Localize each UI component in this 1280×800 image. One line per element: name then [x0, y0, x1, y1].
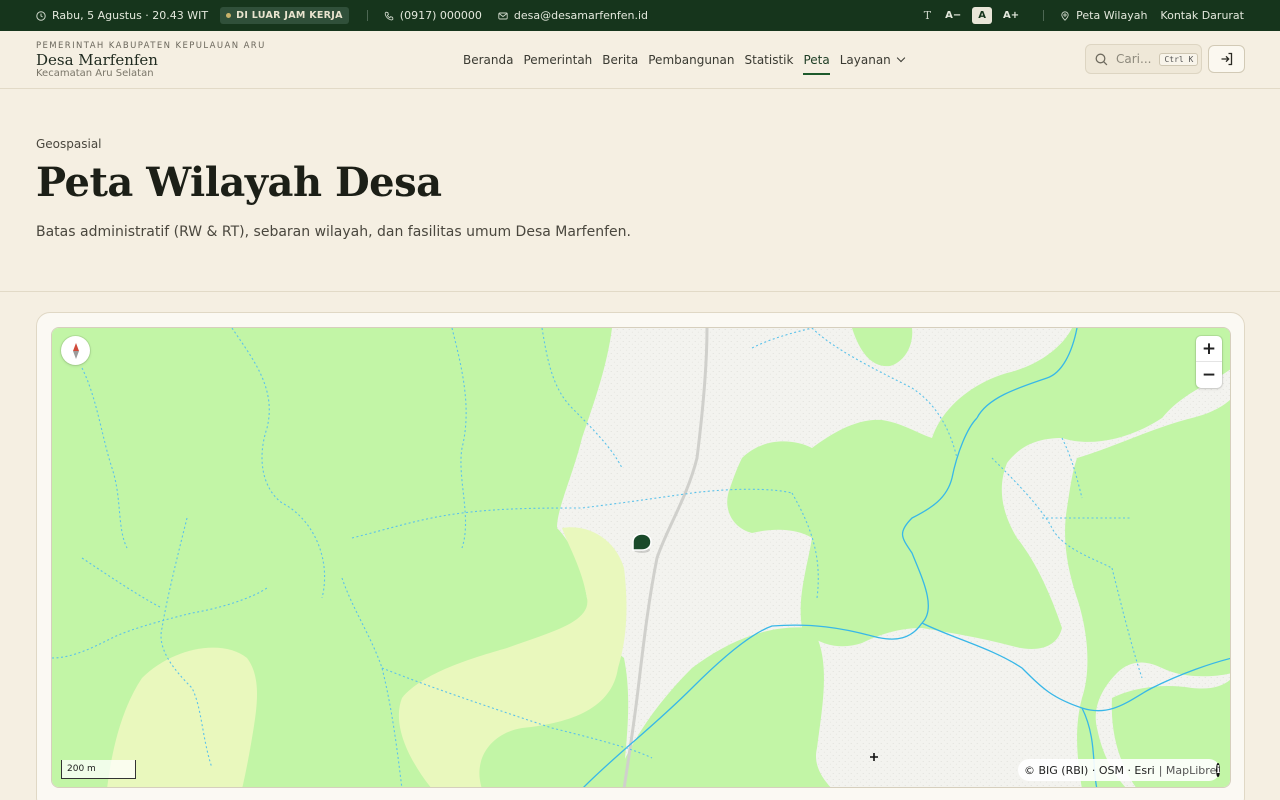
zoom-out-button[interactable]: − — [1196, 362, 1222, 388]
status-badge: DI LUAR JAM KERJA — [220, 7, 349, 24]
info-icon[interactable]: i — [1216, 763, 1221, 777]
emergency-contact-link[interactable]: Kontak Darurat — [1160, 9, 1244, 22]
location-pin-icon — [1061, 10, 1069, 21]
nav-berita[interactable]: Berita — [602, 49, 638, 71]
font-decrease-button[interactable]: A− — [939, 7, 967, 24]
login-button[interactable] — [1208, 45, 1245, 73]
font-increase-button[interactable]: A+ — [997, 7, 1025, 24]
datetime-text: Rabu, 5 Agustus · 20.43 WIT — [52, 9, 209, 22]
main-nav: Beranda Pemerintah Berita Pembangunan St… — [463, 31, 906, 89]
map-link-text: Peta Wilayah — [1076, 9, 1148, 22]
nav-pemerintah[interactable]: Pemerintah — [523, 49, 592, 71]
page-title: Peta Wilayah Desa — [36, 159, 442, 206]
section-eyebrow: Geospasial — [36, 137, 102, 151]
search-box[interactable]: Cari... Ctrl K — [1085, 44, 1202, 74]
clock-icon — [36, 10, 46, 21]
page-hero: Geospasial Peta Wilayah Desa Batas admin… — [0, 89, 1280, 292]
village-name[interactable]: Desa Marfenfen — [36, 51, 158, 69]
nav-layanan-label: Layanan — [839, 53, 891, 67]
status-badge-text: DI LUAR JAM KERJA — [236, 10, 343, 21]
village-map[interactable]: + − 200 m © BIG (RBI) · OSM · Esri | Map… — [51, 327, 1231, 788]
nav-pembangunan[interactable]: Pembangunan — [648, 49, 734, 71]
divider — [1043, 10, 1045, 21]
nav-statistik[interactable]: Statistik — [745, 49, 794, 71]
font-normal-button[interactable]: A — [972, 7, 993, 24]
search-placeholder: Cari... — [1116, 52, 1152, 66]
login-icon — [1221, 52, 1232, 66]
map-card: + − 200 m © BIG (RBI) · OSM · Esri | Map… — [36, 312, 1245, 800]
map-terrain — [52, 328, 1230, 787]
attribution-sources[interactable]: © BIG (RBI) · OSM · Esri — [1024, 764, 1155, 777]
phone-icon — [384, 11, 394, 20]
compass-icon — [72, 342, 79, 359]
map-scale-bar: 200 m — [61, 760, 136, 779]
mail-icon — [498, 12, 508, 19]
compass-button[interactable] — [61, 336, 90, 365]
search-icon — [1095, 53, 1108, 65]
district-name: Kecamatan Aru Selatan — [36, 68, 154, 79]
attribution-maplibre[interactable]: | MapLibre — [1159, 764, 1217, 777]
government-name: PEMERINTAH KABUPATEN KEPULAUAN ARU — [36, 41, 266, 51]
facility-marker — [632, 533, 652, 553]
nav-peta[interactable]: Peta — [803, 49, 830, 75]
email-link[interactable]: desa@desamarfenfen.id — [498, 9, 648, 22]
zoom-control: + − — [1196, 336, 1222, 388]
top-info-bar: Rabu, 5 Agustus · 20.43 WIT DI LUAR JAM … — [0, 0, 1280, 31]
datetime: Rabu, 5 Agustus · 20.43 WIT — [36, 9, 208, 22]
text-size-icon: T — [923, 9, 932, 22]
divider — [366, 10, 368, 21]
map-link[interactable]: Peta Wilayah — [1060, 9, 1147, 22]
nav-beranda[interactable]: Beranda — [463, 49, 513, 71]
status-dot-icon — [226, 13, 232, 18]
zoom-in-button[interactable]: + — [1196, 336, 1222, 362]
phone-link[interactable]: (0917) 000000 — [384, 9, 482, 22]
chevron-down-icon — [896, 53, 906, 63]
email-text: desa@desamarfenfen.id — [513, 9, 649, 22]
search-shortcut-badge: Ctrl K — [1159, 52, 1199, 66]
phone-text: (0917) 000000 — [399, 9, 482, 22]
map-attribution: © BIG (RBI) · OSM · Esri | MapLibre i — [1018, 759, 1221, 781]
nav-layanan-dropdown[interactable]: Layanan — [839, 49, 906, 71]
site-header: PEMERINTAH KABUPATEN KEPULAUAN ARU Desa … — [0, 31, 1280, 89]
page-description: Batas administratif (RW & RT), sebaran w… — [36, 224, 631, 240]
